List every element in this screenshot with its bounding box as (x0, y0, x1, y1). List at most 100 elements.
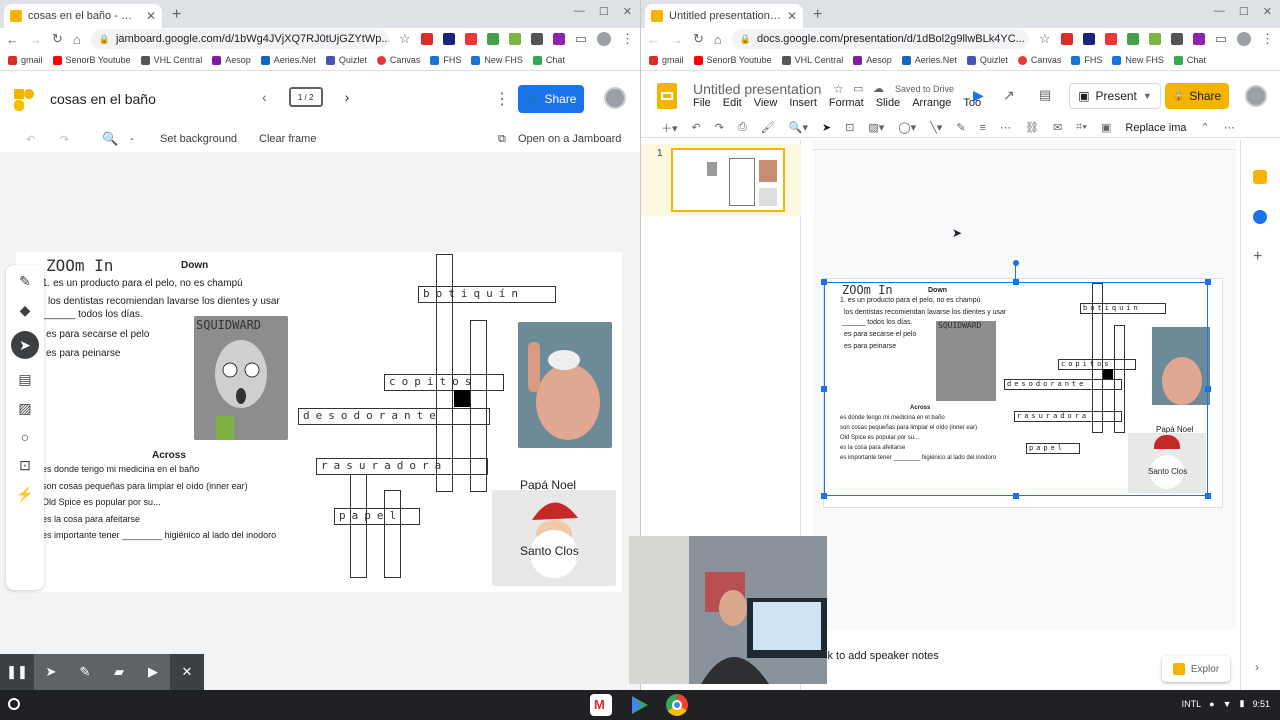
close-window-icon[interactable]: ✕ (1263, 5, 1272, 18)
redo-icon[interactable]: ↷ (715, 121, 724, 134)
clear-frame-button[interactable]: Clear frame (259, 133, 316, 145)
border-color-icon[interactable]: ✎ (956, 121, 965, 134)
avatar-icon[interactable] (597, 32, 611, 46)
pause-icon[interactable]: ❚❚ (0, 654, 34, 690)
avatar[interactable] (604, 87, 626, 109)
extension-icon[interactable] (1082, 33, 1095, 45)
add-image-icon[interactable]: ▨ (18, 400, 31, 417)
menu-view[interactable]: View (754, 97, 778, 109)
textbox-icon[interactable]: ⊡ (845, 121, 854, 134)
star-icon[interactable]: ☆ (833, 82, 844, 96)
line-icon[interactable]: ╲▾ (930, 121, 942, 134)
extension-icon[interactable] (1126, 33, 1139, 45)
bookmark-canvas[interactable]: Canvas (1017, 55, 1061, 65)
keep-icon[interactable] (1253, 170, 1267, 184)
extension-icon[interactable] (1170, 33, 1183, 45)
minimize-icon[interactable]: — (574, 5, 585, 18)
set-background-button[interactable]: Set background (160, 133, 237, 145)
zoom-icon[interactable]: 🔍▾ (789, 121, 808, 134)
bookmark-aesop[interactable]: Aesop (212, 55, 251, 65)
redo-icon[interactable]: ↷ (60, 133, 69, 146)
expand-panel-icon[interactable]: › (1255, 660, 1259, 674)
pen-extension-icon[interactable] (552, 33, 565, 45)
menu-slide[interactable]: Slide (876, 97, 900, 109)
bookmark-star-icon[interactable]: ☆ (399, 31, 411, 47)
bookmark-youtube[interactable]: SenorB Youtube (693, 55, 772, 65)
extension-icon[interactable] (508, 33, 521, 45)
bookmark-fhs[interactable]: FHS (430, 55, 461, 65)
next-frame-icon[interactable]: › (345, 89, 350, 105)
reload-icon[interactable]: ↻ (52, 31, 63, 47)
print-icon[interactable]: ⎙ (738, 121, 747, 134)
border-dash-icon[interactable]: ⋯ (1000, 121, 1011, 134)
present-dropdown-icon[interactable]: ▼ (1143, 91, 1152, 101)
reload-icon[interactable]: ↻ (693, 31, 704, 47)
paint-format-icon[interactable]: 🖌 (761, 121, 775, 134)
laser-icon[interactable]: ⚡ (16, 486, 33, 503)
meet-icon[interactable]: ▶ (973, 87, 984, 104)
avatar[interactable] (1245, 85, 1267, 107)
back-icon[interactable]: ← (6, 32, 19, 47)
prev-frame-icon[interactable]: ‹ (262, 89, 267, 105)
menu-edit[interactable]: Edit (723, 97, 742, 109)
menu-icon[interactable]: ⋮ (1261, 31, 1274, 47)
shape-icon[interactable]: ◯▾ (898, 121, 916, 134)
jam-title[interactable]: cosas en el baño (50, 91, 156, 107)
pen-icon[interactable]: ✎ (68, 654, 102, 690)
bookmark-new-fhs[interactable]: New FHS (1112, 55, 1164, 65)
replace-image-button[interactable]: Replace ima (1125, 122, 1186, 134)
gmail-app-icon[interactable]: M (590, 694, 612, 716)
bookmark-aesop[interactable]: Aesop (853, 55, 892, 65)
collapse-icon[interactable]: ⌃ (1201, 121, 1210, 134)
back-icon[interactable]: ← (647, 32, 660, 47)
menu-format[interactable]: Format (829, 97, 864, 109)
address-bar[interactable]: 🔒 jamboard.google.com/d/1bWg4JVjXQ7RJ0tU… (90, 29, 390, 49)
gmail-extension-icon[interactable] (420, 33, 433, 45)
system-tray[interactable]: INTL ● ▼ ▮ 9:51 (1182, 698, 1270, 709)
zoom-minus[interactable]: - (130, 133, 134, 145)
maximize-icon[interactable]: ☐ (1239, 5, 1249, 18)
add-addon-icon[interactable]: + (1253, 248, 1262, 266)
more-options-icon[interactable]: ⋮ (494, 89, 510, 109)
mask-icon[interactable]: ▣ (1101, 121, 1111, 134)
gmail-extension-icon[interactable] (1060, 33, 1073, 45)
menu-insert[interactable]: Insert (789, 97, 817, 109)
camera-icon[interactable]: ▶ (136, 654, 170, 690)
resize-handle[interactable] (821, 279, 827, 285)
cast-icon[interactable]: ▭ (575, 31, 587, 47)
resize-handle[interactable] (1013, 279, 1019, 285)
bookmark-aeries[interactable]: Aeries.Net (901, 55, 957, 65)
circle-shape-icon[interactable]: ○ (21, 429, 29, 445)
bookmark-gmail[interactable]: gmail (649, 55, 684, 65)
share-button[interactable]: 👤 Share (518, 85, 584, 113)
bookmark-gmail[interactable]: gmail (8, 55, 43, 65)
text-box-icon[interactable]: ⊡ (19, 457, 31, 474)
comments-icon[interactable]: ▤ (1039, 87, 1051, 103)
undo-icon[interactable]: ↶ (26, 133, 35, 146)
crop-icon[interactable]: ⌗▾ (1076, 121, 1087, 134)
bookmark-fhs[interactable]: FHS (1071, 55, 1102, 65)
move-folder-icon[interactable]: ▭ (853, 82, 863, 95)
bookmark-aeries[interactable]: Aeries.Net (260, 55, 316, 65)
bookmark-youtube[interactable]: SenorB Youtube (52, 55, 131, 65)
forward-icon[interactable]: → (29, 32, 42, 47)
play-store-icon[interactable] (628, 694, 650, 716)
tab-jamboard[interactable]: cosas en el baño - Google Jamb ✕ (4, 4, 162, 28)
bookmark-chat[interactable]: Chat (1173, 55, 1206, 65)
new-slide-icon[interactable]: ＋▾ (661, 120, 678, 136)
image-icon[interactable]: ▨▾ (868, 121, 884, 134)
eraser-tool-icon[interactable]: ◆ (20, 302, 31, 319)
select-tool-icon[interactable]: ➤ (11, 331, 39, 359)
frame-counter[interactable]: 1 / 2 (288, 87, 323, 107)
pen-tool-icon[interactable]: ✎ (19, 273, 31, 290)
highlighter-icon[interactable]: ▰ (102, 654, 136, 690)
menu-icon[interactable]: ⋮ (621, 31, 634, 47)
open-on-jamboard-button[interactable]: Open on a Jamboard (518, 133, 621, 145)
activity-icon[interactable]: ↗ (1003, 87, 1015, 104)
new-tab-icon[interactable]: + (172, 6, 181, 24)
pointer-icon[interactable]: ➤ (34, 654, 68, 690)
slide-thumbnail[interactable] (671, 148, 785, 212)
speaker-notes[interactable]: ck to add speaker notes (822, 650, 939, 662)
forward-icon[interactable]: → (670, 32, 683, 47)
new-tab-icon[interactable]: + (813, 6, 822, 24)
